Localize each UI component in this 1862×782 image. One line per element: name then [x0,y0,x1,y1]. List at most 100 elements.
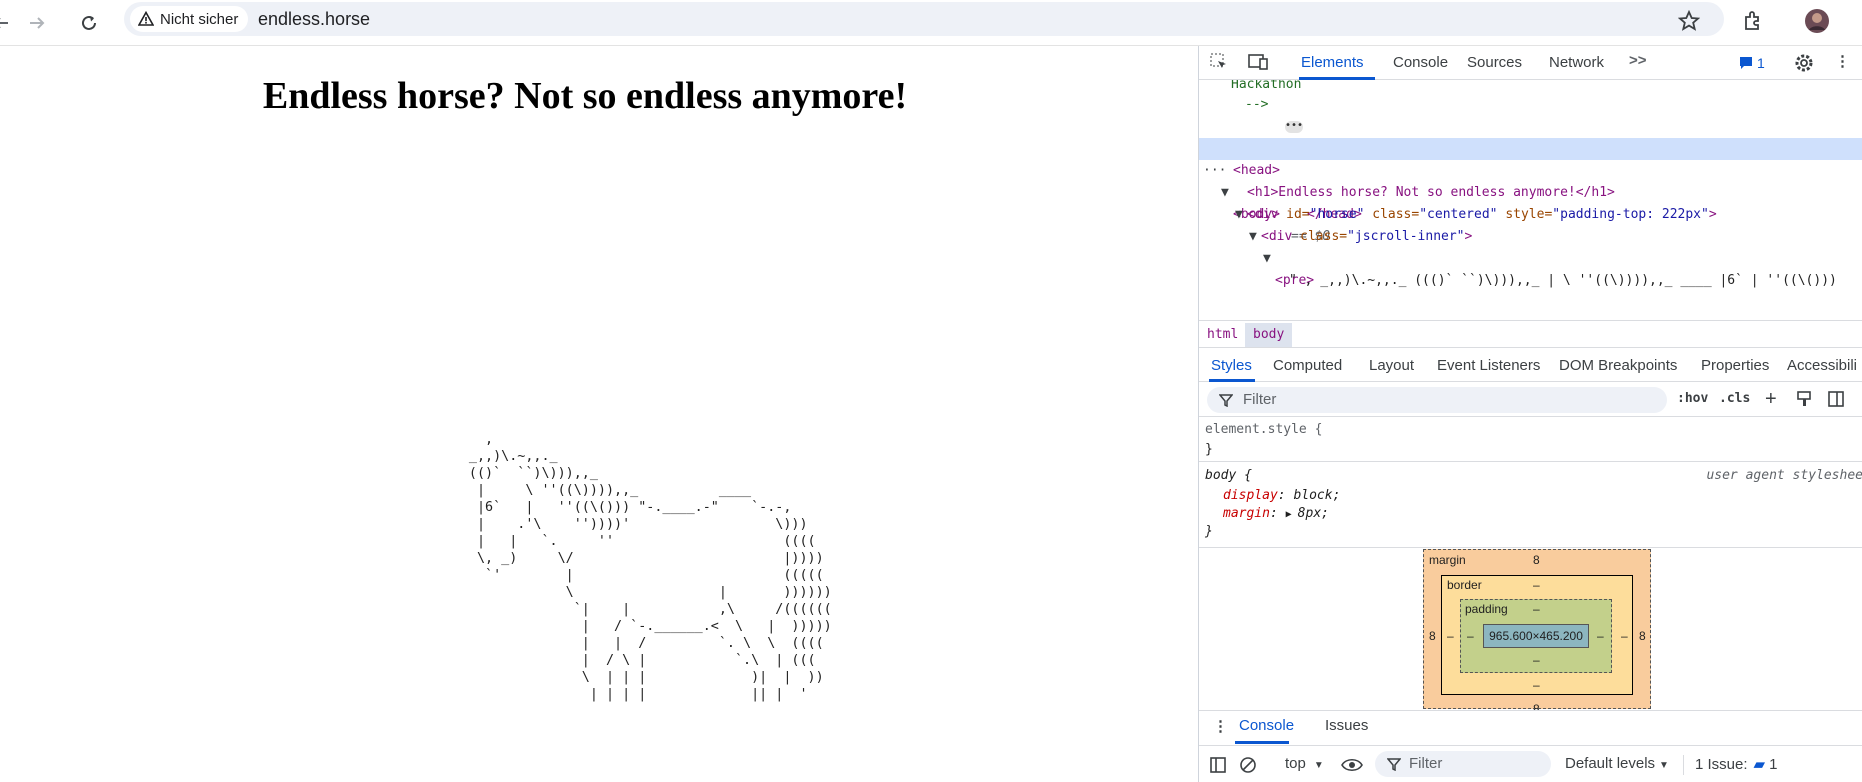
border-right-value: – [1621,629,1628,643]
drawer-menu-icon[interactable]: ⋮ [1213,717,1228,735]
dom-line-horse-div[interactable]: ▼ <div id="horse" class="centered" style=… [1199,182,1862,222]
divider [1683,755,1684,775]
console-filter-input[interactable]: Filter [1375,751,1551,777]
drawer-tab-console[interactable]: Console [1239,717,1294,734]
dom-tree: Hackathon --> ▶ <head> ••• </head> ··· ▼… [1199,80,1862,318]
body-rule[interactable]: body { user agent styleshee display: blo… [1199,464,1862,548]
styles-filter-row: Filter :hov .cls + [1199,383,1862,417]
margin-declaration[interactable]: margin: ▶ 8px; [1223,504,1329,524]
tab-sources[interactable]: Sources [1467,54,1522,71]
tab-properties[interactable]: Properties [1701,357,1769,374]
comment-end: --> [1245,97,1269,112]
border-bottom-value: – [1533,678,1540,692]
body-selector: body { [1205,468,1252,483]
eye-icon[interactable] [1341,756,1363,774]
border-left-value: – [1447,629,1454,643]
dom-line-head[interactable]: ▶ <head> ••• </head> [1199,116,1862,223]
context-selector[interactable]: top ▼ [1285,755,1324,772]
more-options-icon[interactable]: ⋮ [1835,52,1850,70]
security-label: Nicht sicher [160,10,239,28]
dom-line-h1[interactable]: <h1>Endless horse? Not so endless anymor… [1199,160,1862,200]
padding-right-value: – [1597,629,1604,643]
dom-line-jscroll-div[interactable]: ▼ <div class="jscroll-inner"> [1199,204,1862,244]
display-property: display [1223,488,1278,503]
dom-line-pre[interactable]: ▼ <pre> [1199,226,1862,288]
warning-icon [138,11,154,27]
dropdown-arrow-icon: ▼ [1313,760,1324,771]
margin-label: margin [1429,553,1466,567]
web-page: Endless horse? Not so endless anymore! ,… [0,46,1198,782]
address-bar[interactable]: Nicht sicher endless.horse [124,2,1724,36]
tab-layout[interactable]: Layout [1369,357,1414,374]
pre-text: " , _,,)\.~,,._ ((()` ``)\))),,_ | \ ''(… [1289,273,1837,288]
display-value: block; [1293,488,1341,503]
dom-line-body[interactable]: ··· ▼ <body> == $0 [1199,138,1862,244]
tab-elements[interactable]: Elements [1301,54,1364,71]
border-top-value: – [1533,578,1540,592]
breadcrumb: html body [1199,320,1862,348]
sidebar-toggle-icon[interactable] [1209,756,1227,774]
log-levels-dropdown[interactable]: Default levels ▼ [1565,755,1669,772]
element-style-selector: element.style { [1205,422,1323,437]
breadcrumb-html[interactable]: html [1199,323,1246,347]
console-filter-placeholder: Filter [1409,755,1443,772]
box-model-content[interactable]: 965.600×465.200 [1483,624,1589,648]
tab-console[interactable]: Console [1393,54,1448,71]
tab-dom-breakpoints[interactable]: DOM Breakpoints [1559,357,1677,374]
tab-network[interactable]: Network [1549,54,1604,71]
more-tabs-icon[interactable]: >> [1629,52,1647,69]
hov-toggle[interactable]: :hov [1677,391,1708,406]
tab-accessibility[interactable]: Accessibili [1787,357,1857,374]
tab-event-listeners[interactable]: Event Listeners [1437,357,1540,374]
issues-link[interactable]: 1 Issue: ▰ 1 [1695,755,1777,773]
profile-avatar[interactable] [1800,4,1834,38]
tab-styles[interactable]: Styles [1211,357,1252,374]
dom-line-comment-end: --> [1199,94,1862,116]
log-levels-label: Default levels [1565,755,1656,772]
ascii-horse: , _,,)\.~,,._ (()` ``)\))),,_ | \ ''((\)… [468,432,832,702]
filter-placeholder: Filter [1243,391,1277,408]
context-value: top [1285,755,1306,772]
security-chip[interactable]: Nicht sicher [130,6,249,32]
back-arrow-icon[interactable] [0,6,18,40]
filter-icon [1219,393,1233,407]
comment-text: Hackathon [1231,80,1302,92]
active-tab-indicator [1209,379,1255,382]
clear-console-icon[interactable] [1239,756,1257,774]
extensions-puzzle-icon[interactable] [1736,4,1770,38]
padding-top-value: – [1533,602,1540,616]
paint-brush-icon[interactable] [1795,390,1813,408]
padding-left-value: – [1467,629,1474,643]
breadcrumb-body[interactable]: body [1245,323,1293,347]
element-style-rule[interactable]: element.style { } [1199,418,1862,462]
bookmark-star-icon[interactable] [1672,4,1706,38]
sidebar-toggle-icon[interactable] [1827,390,1845,408]
styles-tabbar: Styles Computed Layout Event Listeners D… [1199,350,1862,382]
dropdown-arrow-icon: ▼ [1659,760,1669,771]
url-text[interactable]: endless.horse [258,9,370,30]
styles-filter-input[interactable]: Filter [1207,387,1667,413]
issues-count: 1 [1769,756,1778,773]
settings-gear-icon[interactable] [1793,52,1815,74]
margin-value: 8px; [1297,506,1329,521]
issues-counter[interactable]: 1 [1739,55,1765,71]
user-agent-label: user agent styleshee [1706,468,1862,483]
inspect-element-icon[interactable] [1209,52,1229,72]
reload-icon[interactable] [72,6,106,40]
drawer-tab-issues[interactable]: Issues [1325,717,1368,734]
browser-window: Nicht sicher endless.horse Endless horse… [0,0,1862,782]
padding-bottom-value: – [1533,653,1540,667]
close-brace: } [1205,524,1213,539]
ellipsis-icon[interactable]: ••• [1285,121,1303,133]
display-declaration[interactable]: display: block; [1223,486,1340,506]
cls-toggle[interactable]: .cls [1719,391,1750,406]
forward-arrow-icon[interactable] [20,6,54,40]
active-tab-indicator [1235,741,1289,744]
expand-triangle-icon[interactable]: ▶ [1286,509,1298,520]
dom-line-pre-text[interactable]: " , _,,)\.~,,._ ((()` ``)\))),,_ | \ ''(… [1199,248,1862,288]
devtools-tabbar: Elements Console Sources Network >> 1 ⋮ [1199,46,1862,80]
message-icon [1739,56,1753,70]
device-toolbar-icon[interactable] [1247,52,1269,72]
add-rule-icon[interactable]: + [1765,388,1777,411]
tab-computed[interactable]: Computed [1273,357,1342,374]
